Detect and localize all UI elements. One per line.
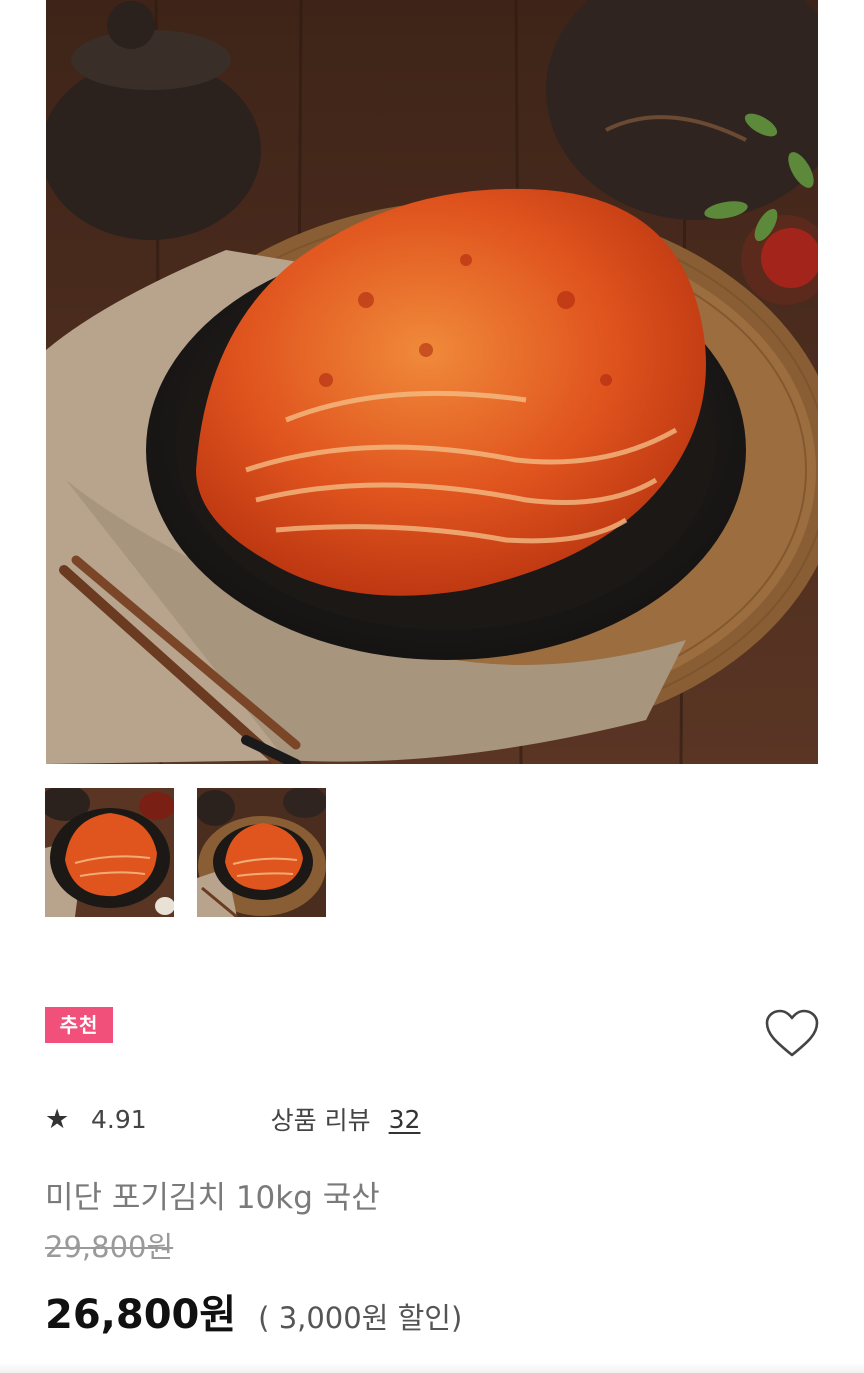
recommend-badge: 추천 [45, 1007, 113, 1043]
heart-icon[interactable] [764, 1008, 820, 1060]
bottom-divider [0, 1363, 864, 1373]
review-label: 상품 리뷰 [270, 1106, 371, 1135]
product-title: 미단 포기김치 10kg 국산 [45, 1180, 380, 1216]
thumbnail-2[interactable] [197, 788, 326, 917]
price-row: 26,800원 ( 3,000원 할인) [45, 1282, 462, 1340]
main-product-image[interactable] [46, 0, 818, 764]
rating-value: 4.91 [91, 1104, 147, 1134]
review-count-link[interactable]: 32 [389, 1105, 421, 1134]
thumbnail-list [45, 788, 326, 917]
discount-amount: ( 3,000원 할인) [258, 1301, 463, 1335]
thumbnail-1[interactable] [45, 788, 174, 917]
original-price: 29,800원 [45, 1230, 174, 1264]
rating-row: ★ 4.91 상품 리뷰 32 [45, 1100, 420, 1138]
sale-price: 26,800원 [45, 1292, 237, 1338]
product-detail-page: 추천 ★ 4.91 상품 리뷰 32 미단 포기김치 10kg 국산 29,80… [0, 0, 864, 1373]
star-icon: ★ [45, 1103, 70, 1135]
